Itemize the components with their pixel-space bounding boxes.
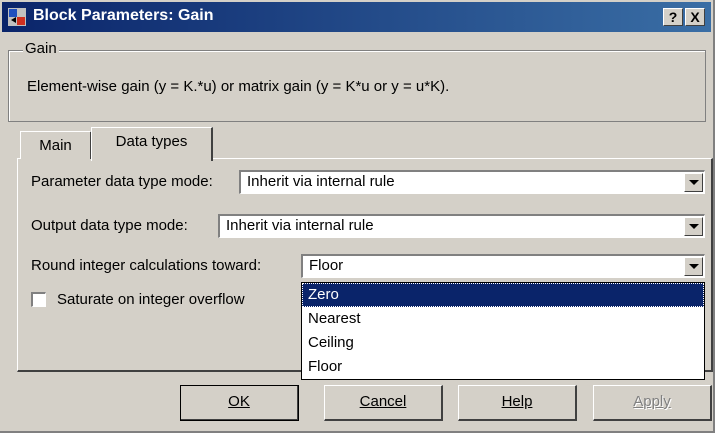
simulink-block-icon (8, 8, 26, 26)
apply-label: Apply (633, 393, 671, 410)
apply-button[interactable]: Apply (593, 385, 712, 421)
tab-main[interactable]: Main (20, 131, 92, 159)
group-legend: Gain (23, 40, 59, 57)
round-dropdown-list: Zero Nearest Ceiling Floor (301, 282, 705, 380)
round-option-floor[interactable]: Floor (302, 355, 704, 379)
tab-data-types[interactable]: Data types (91, 127, 213, 161)
round-option-ceiling[interactable]: Ceiling (302, 331, 704, 355)
help-label: Help (501, 393, 533, 410)
param-mode-value: Inherit via internal rule (247, 173, 395, 190)
output-mode-label: Output data type mode: (31, 217, 188, 234)
round-select[interactable]: Floor (301, 254, 705, 278)
help-title-button[interactable]: ? (663, 8, 683, 26)
dialog-window: Block Parameters: Gain ? X Gain Element-… (0, 0, 715, 433)
round-value: Floor (309, 257, 344, 274)
cancel-button[interactable]: Cancel (324, 385, 443, 421)
close-button[interactable]: X (685, 8, 705, 26)
window-title: Block Parameters: Gain (33, 7, 214, 24)
help-button[interactable]: Help (458, 385, 577, 421)
title-bar[interactable]: Block Parameters: Gain ? X (2, 2, 711, 32)
ok-button[interactable]: OK (180, 385, 299, 421)
param-mode-label: Parameter data type mode: (31, 173, 213, 190)
ok-label: OK (228, 393, 250, 410)
output-mode-select[interactable]: Inherit via internal rule (218, 214, 705, 238)
output-mode-value: Inherit via internal rule (226, 217, 374, 234)
cancel-label: Cancel (359, 393, 407, 410)
param-mode-select[interactable]: Inherit via internal rule (239, 170, 705, 194)
round-option-zero[interactable]: Zero (302, 283, 704, 307)
saturate-checkbox[interactable] (31, 292, 46, 307)
chevron-down-icon[interactable] (684, 257, 703, 276)
saturate-label: Saturate on integer overflow (57, 291, 245, 308)
round-label: Round integer calculations toward: (31, 257, 262, 274)
chevron-down-icon[interactable] (684, 173, 703, 192)
chevron-down-icon[interactable] (684, 217, 703, 236)
block-description: Element-wise gain (y = K.*u) or matrix g… (27, 78, 450, 95)
round-option-nearest[interactable]: Nearest (302, 307, 704, 331)
